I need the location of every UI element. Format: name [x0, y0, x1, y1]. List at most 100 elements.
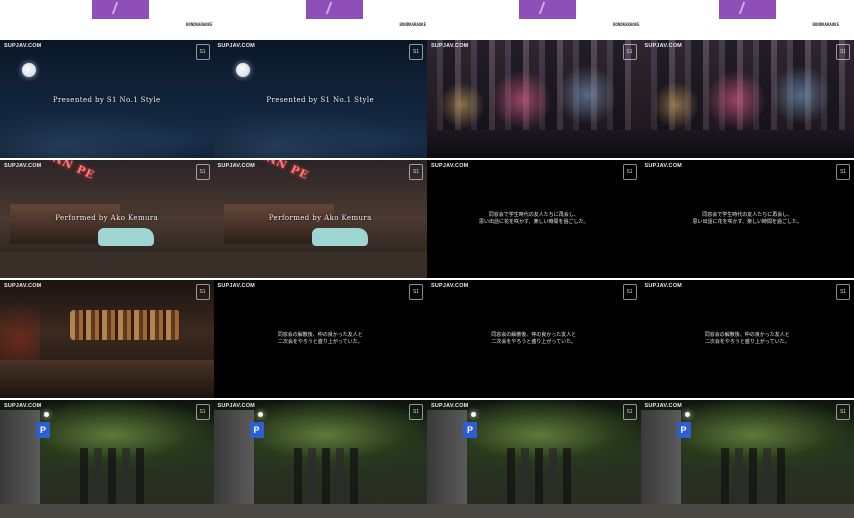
parking-sign-icon: P [250, 422, 264, 438]
studio-badge-icon: S1 [836, 44, 850, 60]
subtitle-line: 同窓会の解散後、仲の良かった友人と [641, 332, 854, 339]
video-frame[interactable]: SAN PESUPJAV.COM S1 Performed by Ako Kemur… [0, 160, 214, 278]
ground [427, 504, 641, 518]
video-frame[interactable]: SUPJAV.COM S1 同窓会で学生時代の友人たちに再会し、思い出話に花を咲かす… [641, 160, 854, 278]
watermark-label: SUPJAV.COM [4, 403, 41, 409]
header-cell: BONDKARAOKE [0, 0, 214, 40]
car [312, 228, 368, 246]
video-frame[interactable]: SUPJAV.COM S1 同窓会で学生時代の友人たちに再会し、思い出話に花を咲かす… [427, 160, 641, 278]
studio-badge-icon: S1 [836, 404, 850, 420]
subtitle-line: 二次会をやろうと盛り上がっていた。 [214, 339, 428, 346]
people-group [294, 448, 364, 508]
street-lamp [44, 412, 49, 417]
people-group [507, 448, 577, 508]
studio-badge-icon: S1 [836, 164, 850, 180]
road [427, 130, 641, 158]
subtitle-block: 同窓会の解散後、仲の良かった友人と二次会をやろうと盛り上がっていた。 [427, 332, 641, 346]
video-frame[interactable]: SUPJAV.COMS1同窓会の解散後、仲の良かった友人と二次会をやろうと盛り上… [427, 280, 641, 398]
studio-badge-icon: S1 [409, 404, 423, 420]
cover-thumbnail[interactable] [306, 0, 363, 19]
subtitle-line: 同窓会で学生時代の友人たちに再会し、 [427, 212, 641, 219]
header-strip: BONDKARAOKE BONDKARAOKE BONDKARAOKE BOND… [0, 0, 854, 40]
watermark-label: SUPJAV.COM [4, 163, 41, 169]
studio-badge-icon: S1 [623, 44, 637, 60]
header-cell: BONDKARAOKE [214, 0, 428, 40]
studio-badge-icon: S1 [836, 284, 850, 300]
moon-icon [22, 63, 36, 77]
light-blur [557, 60, 617, 130]
watermark-label: SUPJAV.COM [218, 403, 255, 409]
watermark-label: SUPJAV.COM [645, 163, 682, 169]
light-blur [651, 80, 701, 130]
watermark-label: SUPJAV.COM [4, 43, 41, 49]
cover-thumbnail[interactable] [92, 0, 149, 19]
people-group [721, 448, 791, 508]
video-frame[interactable]: SUPJAV.COM S1 [641, 40, 854, 158]
watermark-label: SUPJAV.COM [645, 283, 682, 289]
studio-badge-icon: S1 [409, 164, 423, 180]
video-frame[interactable]: PSUPJAV.COMS1 [427, 400, 641, 518]
studio-badge-icon: S1 [623, 164, 637, 180]
subtitle-line: 二次会をやろうと盛り上がっていた。 [427, 339, 641, 346]
subtitle-line: 同窓会で学生時代の友人たちに再会し、 [641, 212, 854, 219]
ground [0, 504, 214, 518]
subtitle-line: 二次会をやろうと盛り上がっていた。 [641, 339, 854, 346]
parking-sign-icon: P [677, 422, 691, 438]
title-caption: Performed by Ako Kemura [214, 214, 428, 222]
subtitle-block: 同窓会の解散後、仲の良かった友人と二次会をやろうと盛り上がっていた。 [214, 332, 428, 346]
watermark-label: SUPJAV.COM [645, 403, 682, 409]
road [641, 130, 854, 158]
video-frame[interactable]: SUPJAV.COM S1 同窓会の解散後、仲の良かった友人と二次会をやろうと盛り上… [641, 280, 854, 398]
light-blur [437, 80, 487, 130]
title-caption: Performed by Ako Kemura [0, 214, 214, 222]
video-frame[interactable]: SUPJAV.COMS1 [427, 40, 641, 158]
wall [427, 410, 467, 518]
parking-sign-icon: P [36, 422, 50, 438]
video-frame[interactable]: SUPJAV.COMS1Presented by S1 No.1 Style [214, 40, 428, 158]
watermark-label: SUPJAV.COM [431, 403, 468, 409]
watermark-label: SUPJAV.COM [645, 43, 682, 49]
clouds [214, 98, 428, 158]
watermark-label: SUPJAV.COM [431, 163, 468, 169]
studio-badge-icon: S1 [409, 44, 423, 60]
watermark-label: SUPJAV.COM [218, 283, 255, 289]
ground [0, 252, 214, 278]
bar-counter [0, 360, 214, 398]
cover-thumbnail[interactable] [719, 0, 776, 19]
studio-badge-icon: S1 [623, 404, 637, 420]
neon-sign: SAN PE [253, 160, 344, 206]
ground [214, 504, 428, 518]
video-frame[interactable]: P SUPJAV.COM S1 [214, 400, 428, 518]
studio-badge-icon: S1 [196, 404, 210, 420]
video-frame[interactable]: SUPJAV.COM S1 [0, 280, 214, 398]
header-cell: BONDKARAOKE [641, 0, 854, 40]
subtitle-block: 同窓会で学生時代の友人たちに再会し、思い出話に花を咲かす、楽しい時間を過ごした。 [641, 212, 854, 226]
ground [641, 504, 854, 518]
studio-badge-icon: S1 [409, 284, 423, 300]
title-caption: Presented by S1 No.1 Style [0, 96, 214, 104]
neon-sign: SAN PE [40, 160, 131, 206]
watermark-label: SUPJAV.COM [4, 283, 41, 289]
car [98, 228, 154, 246]
subtitle-line: 思い出話に花を咲かす、楽しい時間を過ごした。 [641, 219, 854, 226]
video-frame[interactable]: P SUPJAV.COM S1 [0, 400, 214, 518]
light-blur [487, 70, 557, 130]
wall [214, 410, 254, 518]
street-lamp [471, 412, 476, 417]
street-lamp [258, 412, 263, 417]
studio-badge-icon: S1 [196, 284, 210, 300]
video-frame[interactable]: P SUPJAV.COM S1 [641, 400, 854, 518]
subtitle-block: 同窓会で学生時代の友人たちに再会し、思い出話に花を咲かす、楽しい時間を過ごした。 [427, 212, 641, 226]
clouds [0, 98, 214, 158]
studio-badge-icon: S1 [623, 284, 637, 300]
street-lamp [685, 412, 690, 417]
studio-badge-icon: S1 [196, 164, 210, 180]
video-frame[interactable]: SUPJAV.COM S1 同窓会の解散後、仲の良かった友人と二次会をやろうと盛り上… [214, 280, 428, 398]
subtitle-line: 同窓会の解散後、仲の良かった友人と [214, 332, 428, 339]
cover-thumbnail[interactable] [519, 0, 576, 19]
watermark-label: SUPJAV.COM [218, 163, 255, 169]
ground [214, 252, 428, 278]
video-frame[interactable]: SUPJAV.COMS1Presented by S1 No.1 Style [0, 40, 214, 158]
video-frame[interactable]: SAN PESUPJAV.COM S1 Performed by Ako Kemur… [214, 160, 428, 278]
subtitle-line: 同窓会の解散後、仲の良かった友人と [427, 332, 641, 339]
